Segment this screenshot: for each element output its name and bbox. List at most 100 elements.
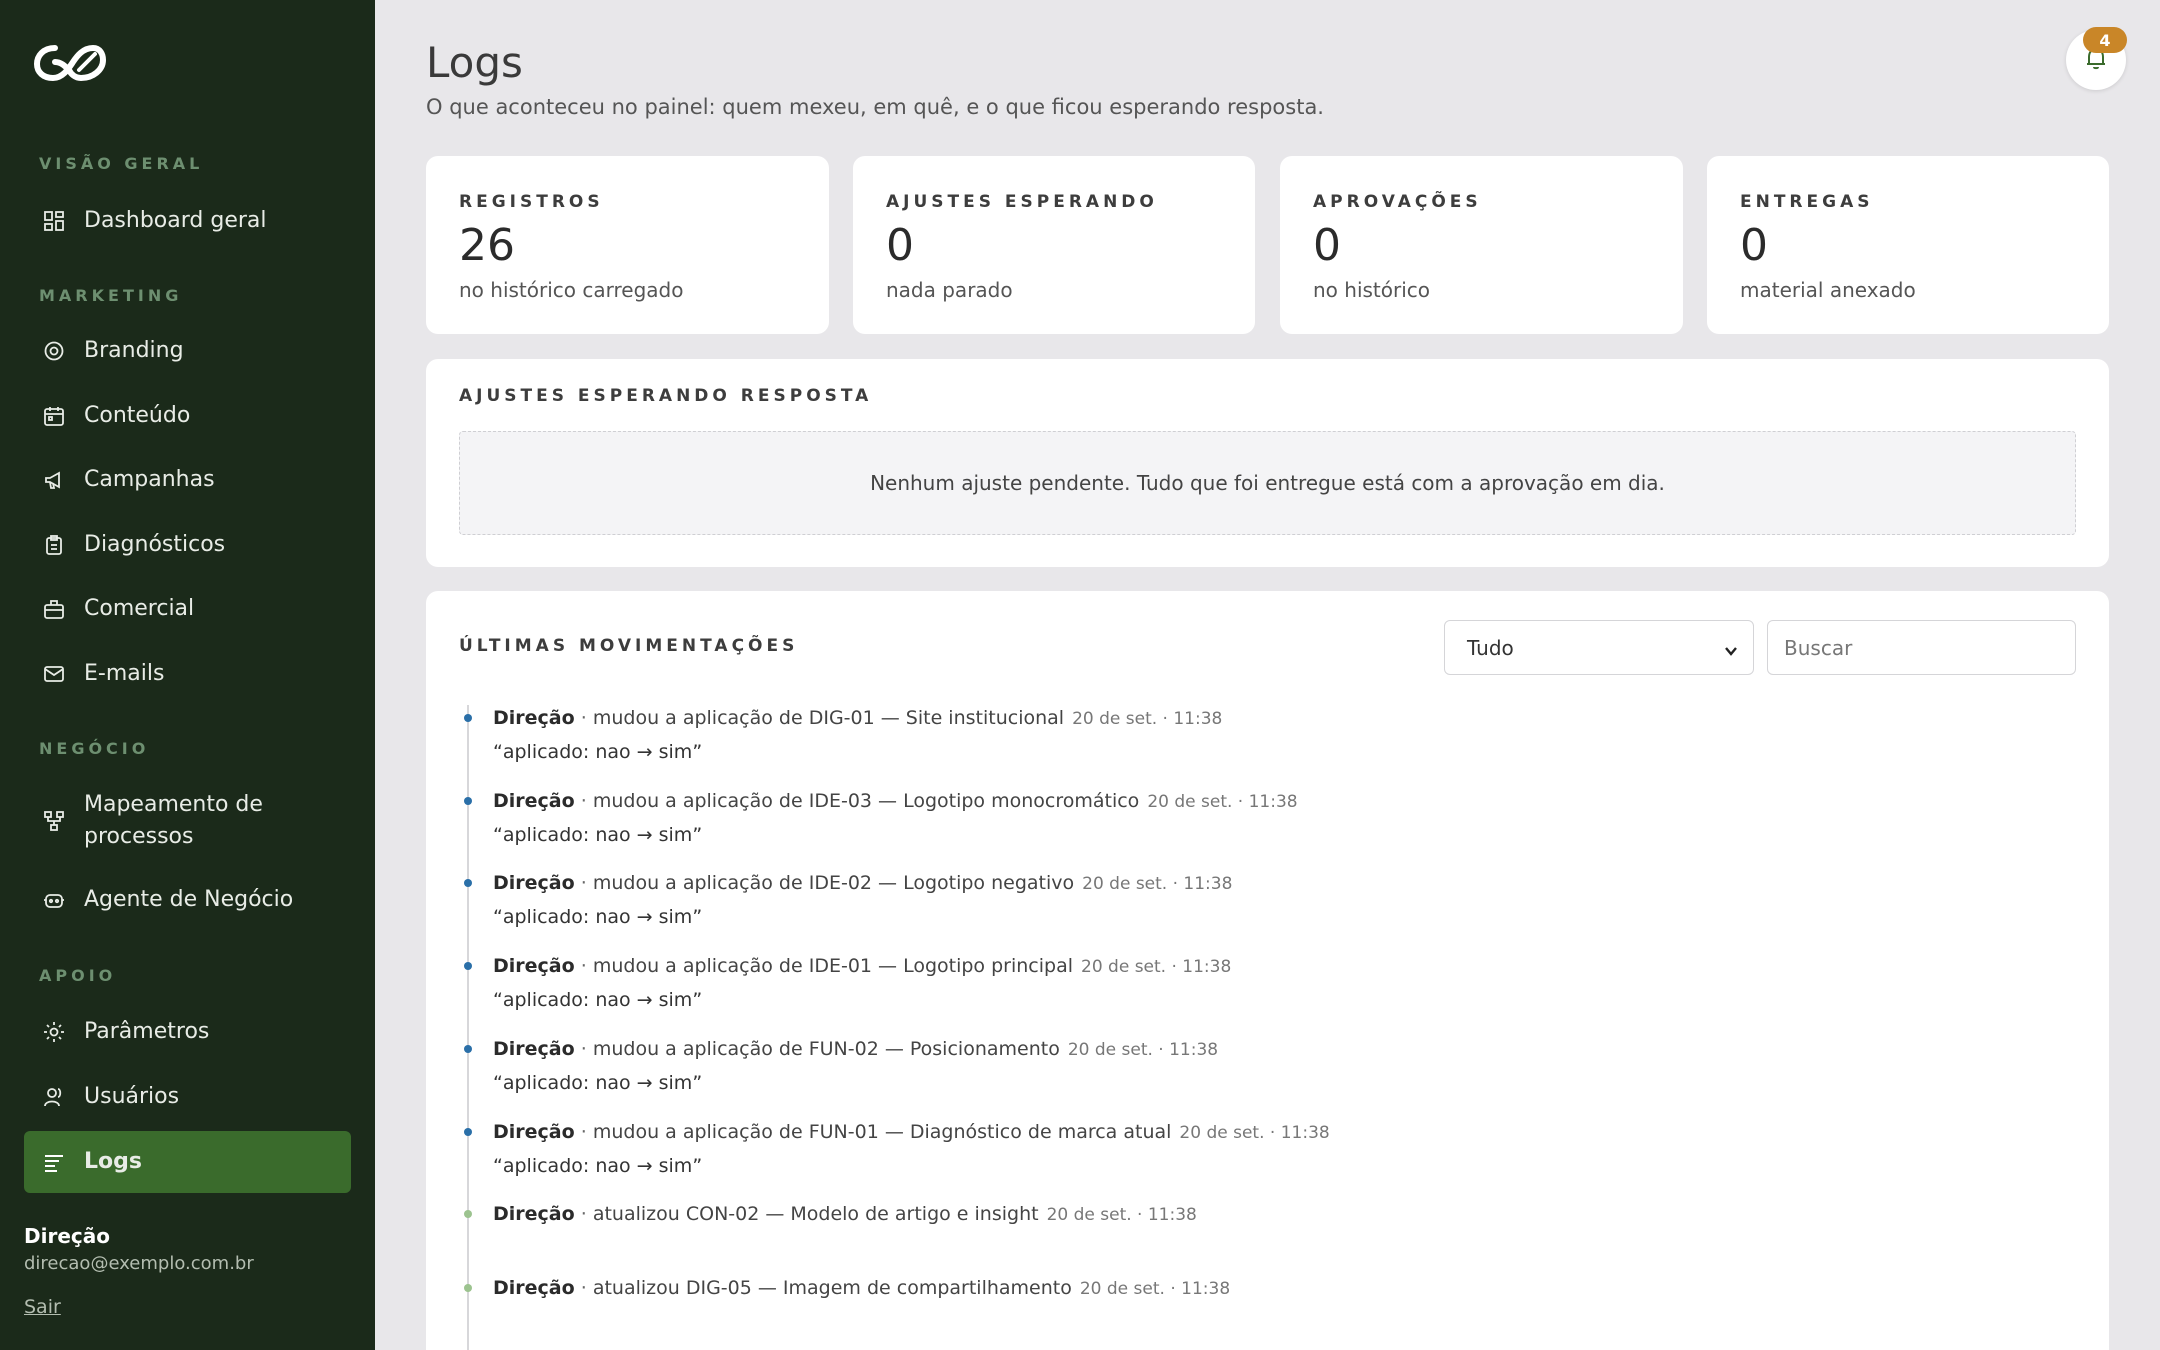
- clipboard-icon: [42, 533, 66, 557]
- stat-label: AJUSTES ESPERANDO: [886, 192, 1158, 212]
- page-title: Logs: [426, 38, 523, 87]
- sidebar-item-label: Branding: [84, 338, 184, 363]
- log-actor: Direção: [493, 1121, 575, 1143]
- log-actor: Direção: [493, 1038, 575, 1060]
- sidebar-item-logs[interactable]: Logs: [24, 1131, 351, 1193]
- sidebar-item-diagnosticos[interactable]: Diagnósticos: [24, 522, 351, 568]
- log-time: 20 de set. · 11:38: [1072, 709, 1223, 729]
- sidebar-item-label: Logs: [84, 1149, 142, 1174]
- log-entry: Direção · mudou a aplicação de FUN-01 — …: [464, 1117, 2043, 1181]
- sidebar-item-label: Diagnósticos: [84, 532, 226, 557]
- log-detail: “aplicado: nao → sim”: [493, 741, 703, 763]
- log-time: 20 de set. · 11:38: [1081, 957, 1232, 977]
- briefcase-icon: [42, 597, 66, 621]
- stat-description: nada parado: [886, 278, 1013, 302]
- log-dot: [464, 879, 472, 887]
- log-action: mudou a aplicação de FUN-01 — Diagnóstic…: [592, 1121, 1172, 1143]
- calendar-icon: [42, 404, 66, 428]
- stat-label: ENTREGAS: [1740, 192, 1874, 212]
- stat-card-entregas: ENTREGAS 0 material anexado: [1707, 156, 2109, 334]
- log-actor: Direção: [493, 1277, 575, 1299]
- log-actor: Direção: [493, 1203, 575, 1225]
- stat-value: 26: [459, 220, 515, 271]
- log-actor: Direção: [493, 790, 575, 812]
- sidebar-item-dashboard[interactable]: Dashboard geral: [24, 198, 351, 244]
- section-label-support: APOIO: [39, 966, 117, 985]
- flow-icon: [42, 809, 66, 833]
- sidebar-item-campanhas[interactable]: Campanhas: [24, 457, 351, 503]
- log-dot: [464, 1045, 472, 1053]
- log-entry: Direção · atualizou CON-02 — Modelo de a…: [464, 1199, 2043, 1230]
- log-entry: Direção · mudou a aplicação de IDE-01 — …: [464, 951, 2043, 1015]
- log-time: 20 de set. · 11:38: [1079, 1279, 1231, 1299]
- section-label-marketing: MARKETING: [39, 286, 183, 305]
- logout-link[interactable]: Sair: [24, 1296, 61, 1318]
- stat-card-ajustes: AJUSTES ESPERANDO 0 nada parado: [853, 156, 1255, 334]
- log-actor: Direção: [493, 707, 575, 729]
- list-icon: [42, 1150, 66, 1174]
- activity-filter-select[interactable]: Tudo: [1444, 620, 1754, 675]
- stat-description: no histórico: [1313, 278, 1431, 302]
- section-label-business: NEGÓCIO: [39, 739, 150, 758]
- stat-description: material anexado: [1740, 278, 1916, 302]
- stat-value: 0: [1740, 220, 1768, 271]
- log-time: 20 de set. · 11:38: [1179, 1123, 1330, 1143]
- panel-title: AJUSTES ESPERANDO RESPOSTA: [459, 386, 873, 406]
- brand-logo[interactable]: [33, 40, 107, 84]
- sidebar-item-comercial[interactable]: Comercial: [24, 586, 351, 632]
- sidebar-item-label: Campanhas: [84, 467, 215, 492]
- log-action: mudou a aplicação de FUN-02 — Posicionam…: [592, 1038, 1060, 1060]
- sidebar-item-mapeamento[interactable]: Mapeamento de processos: [24, 788, 324, 854]
- panel-title: ÚLTIMAS MOVIMENTAÇÕES: [459, 636, 799, 656]
- sidebar-item-label: Conteúdo: [84, 403, 191, 428]
- megaphone-icon: [42, 468, 66, 492]
- sidebar-item-branding[interactable]: Branding: [24, 328, 351, 374]
- log-entry: Direção · mudou a aplicação de IDE-02 — …: [464, 868, 2043, 932]
- log-detail: “aplicado: nao → sim”: [493, 989, 703, 1011]
- search-input[interactable]: [1767, 620, 2076, 675]
- log-action: atualizou CON-02 — Modelo de artigo e in…: [592, 1203, 1039, 1225]
- sidebar-item-agente[interactable]: Agente de Negócio: [24, 877, 351, 923]
- stat-value: 0: [886, 220, 914, 271]
- filter-selected-value: Tudo: [1467, 635, 1514, 660]
- log-entry: Direção · atualizou DIG-05 — Imagem de c…: [464, 1273, 2043, 1304]
- empty-state-message: Nenhum ajuste pendente. Tudo que foi ent…: [459, 431, 2076, 535]
- sidebar-item-conteudo[interactable]: Conteúdo: [24, 393, 351, 439]
- gear-icon: [42, 1020, 66, 1044]
- stat-label: REGISTROS: [459, 192, 604, 212]
- sidebar-item-label: Agente de Negócio: [84, 887, 294, 912]
- log-entry: Direção · mudou a aplicação de IDE-03 — …: [464, 786, 2043, 850]
- sidebar-item-label: Comercial: [84, 596, 195, 621]
- pending-adjustments-panel: AJUSTES ESPERANDO RESPOSTA Nenhum ajuste…: [426, 359, 2109, 567]
- log-dot: [464, 1128, 472, 1136]
- sidebar-item-emails[interactable]: E-mails: [24, 651, 351, 697]
- log-detail: “aplicado: nao → sim”: [493, 824, 703, 846]
- sidebar: VISÃO GERAL Dashboard geral MARKETING Br…: [0, 0, 375, 1350]
- sidebar-item-usuarios[interactable]: Usuários: [24, 1074, 351, 1120]
- log-entry: Direção · mudou a aplicação de FUN-02 — …: [464, 1034, 2043, 1098]
- log-entry: Direção · mudou a aplicação de DIG-01 — …: [464, 703, 2043, 767]
- notification-count-badge: 4: [2083, 27, 2127, 53]
- log-action: mudou a aplicação de IDE-01 — Logotipo p…: [592, 955, 1073, 977]
- log-actor: Direção: [493, 872, 575, 894]
- log-dot: [464, 714, 472, 722]
- stat-card-registros: REGISTROS 26 no histórico carregado: [426, 156, 829, 334]
- mail-icon: [42, 662, 66, 686]
- robot-icon: [42, 888, 66, 912]
- target-icon: [42, 339, 66, 363]
- log-detail: “aplicado: nao → sim”: [493, 1072, 703, 1094]
- log-action: mudou a aplicação de IDE-02 — Logotipo n…: [592, 872, 1075, 894]
- stat-value: 0: [1313, 220, 1341, 271]
- stat-card-aprovacoes: APROVAÇÕES 0 no histórico: [1280, 156, 1683, 334]
- log-time: 20 de set. · 11:38: [1082, 874, 1233, 894]
- log-dot: [464, 1284, 472, 1292]
- sidebar-item-label: Parâmetros: [84, 1019, 210, 1044]
- current-user-name: Direção: [24, 1224, 110, 1248]
- log-time: 20 de set. · 11:38: [1046, 1205, 1197, 1225]
- sidebar-item-parametros[interactable]: Parâmetros: [24, 1009, 351, 1055]
- users-icon: [42, 1085, 66, 1109]
- log-action: mudou a aplicação de DIG-01 — Site insti…: [592, 707, 1065, 729]
- log-dot: [464, 797, 472, 805]
- log-dot: [464, 1210, 472, 1218]
- log-detail: “aplicado: nao → sim”: [493, 906, 703, 928]
